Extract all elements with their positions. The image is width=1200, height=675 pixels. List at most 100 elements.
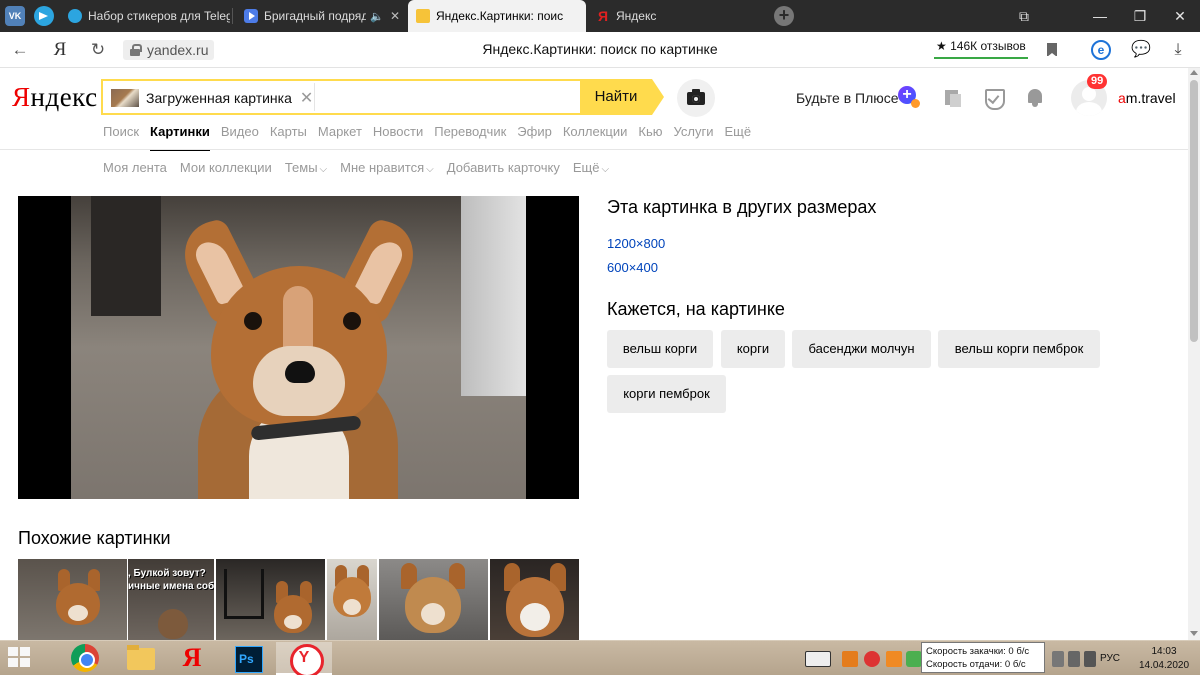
subnav-my-feed[interactable]: Моя лента xyxy=(103,160,167,175)
bookmark-icon[interactable] xyxy=(1047,43,1057,57)
service-search[interactable]: Поиск xyxy=(103,124,139,142)
find-button[interactable]: Найти xyxy=(580,79,664,115)
system-clock[interactable]: 14:03 14.04.2020 xyxy=(1134,645,1194,673)
speaker-icon[interactable]: 🔈 xyxy=(370,10,384,23)
service-video[interactable]: Видео xyxy=(221,124,259,142)
service-images[interactable]: Картинки xyxy=(150,124,210,151)
video-play-icon xyxy=(244,9,258,23)
shield-icon[interactable] xyxy=(983,88,1005,110)
restore-icon[interactable]: ❐ xyxy=(1120,0,1160,32)
plus-icon[interactable]: + xyxy=(898,86,920,108)
subnav-likes[interactable]: Мне нравится xyxy=(340,160,434,175)
yandex-y-icon[interactable]: Я xyxy=(50,40,70,60)
username-first-letter: a xyxy=(1118,90,1126,106)
volume-icon[interactable] xyxy=(1084,651,1096,667)
close-tab-icon[interactable]: ✕ xyxy=(390,9,400,23)
tray-app-icon[interactable] xyxy=(886,651,902,667)
subnav-topics[interactable]: Темы xyxy=(285,160,327,175)
service-efir[interactable]: Эфир xyxy=(517,124,552,142)
similar-image-thumbnail[interactable]: , Булкой зовут?ичные имена собак. xyxy=(128,559,214,640)
service-maps[interactable]: Карты xyxy=(270,124,307,142)
tab-yandex[interactable]: Я Яндекс xyxy=(588,0,758,32)
search-input[interactable]: Загруженная картинка ✕ xyxy=(101,79,582,115)
logo-first-letter: Я xyxy=(12,82,31,112)
new-tab-plus-icon[interactable]: + xyxy=(774,6,794,26)
yandex-images-icon xyxy=(416,9,430,23)
clear-chip-icon[interactable]: ✕ xyxy=(300,88,313,108)
scroll-thumb[interactable] xyxy=(1190,80,1198,342)
tray-app-icon[interactable] xyxy=(864,651,880,667)
network-icon[interactable] xyxy=(1068,651,1080,667)
windows-start-icon[interactable] xyxy=(8,647,32,669)
tab-list-icon[interactable]: ⧉ xyxy=(1004,0,1044,32)
similar-image-thumbnail[interactable] xyxy=(216,559,325,640)
page-scrollbar[interactable] xyxy=(1188,68,1200,640)
uploaded-image-chip[interactable]: Загруженная картинка ✕ xyxy=(111,87,313,109)
service-collections[interactable]: Коллекции xyxy=(563,124,628,142)
service-q[interactable]: Кью xyxy=(638,124,662,142)
minimize-icon[interactable]: — xyxy=(1080,0,1120,32)
browser-tab-strip: VK Набор стикеров для Teleg Бригадный по… xyxy=(0,0,1200,32)
username[interactable]: am.travel xyxy=(1118,90,1176,106)
similar-image-thumbnail[interactable] xyxy=(18,559,127,640)
download-speed-tooltip: Скорость закачки: 0 б/с Скорость отдачи:… xyxy=(921,642,1045,673)
yandex-icon[interactable]: Я xyxy=(164,642,220,675)
chip-label: Загруженная картинка xyxy=(146,90,292,106)
query-image[interactable] xyxy=(18,196,579,499)
clock-date: 14.04.2020 xyxy=(1138,660,1190,671)
e-icon[interactable]: e xyxy=(1091,40,1111,60)
size-link-600x400[interactable]: 600×400 xyxy=(607,260,658,275)
tab-brigade[interactable]: Бригадный подряд 🔈 ✕ xyxy=(236,0,406,32)
vk-pinned-tab[interactable]: VK xyxy=(5,6,25,26)
telegram-icon xyxy=(68,9,82,23)
keyboard-icon[interactable] xyxy=(805,651,831,667)
tab-telegram-stickers[interactable]: Набор стикеров для Teleg xyxy=(60,0,230,32)
collections-icon[interactable] xyxy=(943,88,963,108)
language-indicator[interactable]: РУС xyxy=(1100,653,1120,664)
tag-welsh-corgi-pembroke[interactable]: вельш корги пемброк xyxy=(938,330,1100,368)
yandex-logo[interactable]: Яндекс xyxy=(12,82,98,113)
size-link-1200x800[interactable]: 1200×800 xyxy=(607,236,665,251)
plus-promo-link[interactable]: Будьте в Плюсе xyxy=(796,90,899,106)
download-icon[interactable]: ⤓ xyxy=(1168,40,1188,60)
tab-title: Бригадный подряд xyxy=(264,9,367,23)
subnav-my-collections[interactable]: Мои коллекции xyxy=(180,160,272,175)
tag-corgi[interactable]: корги xyxy=(721,330,785,368)
reload-icon[interactable]: ↻ xyxy=(88,40,108,60)
url-field[interactable]: yandex.ru xyxy=(123,40,215,60)
photoshop-icon[interactable]: Ps xyxy=(220,642,276,675)
search-form: Загруженная картинка ✕ Найти xyxy=(101,79,664,115)
subnav-add-card[interactable]: Добавить карточку xyxy=(447,160,560,175)
camera-search-button[interactable] xyxy=(677,79,715,117)
camera-icon xyxy=(687,89,705,105)
service-translate[interactable]: Переводчик xyxy=(434,124,506,142)
similar-image-thumbnail[interactable] xyxy=(490,559,579,640)
service-news[interactable]: Новости xyxy=(373,124,423,142)
scroll-up-icon[interactable] xyxy=(1190,70,1198,75)
service-uslugi[interactable]: Услуги xyxy=(674,124,714,142)
tag-welsh-corgi[interactable]: вельш корги xyxy=(607,330,713,368)
subnav-more[interactable]: Ещё xyxy=(573,160,609,175)
reviews-badge[interactable]: ★ 146К отзывов xyxy=(934,37,1028,59)
file-explorer-icon[interactable] xyxy=(114,642,170,675)
close-icon[interactable]: ✕ xyxy=(1160,0,1200,32)
similar-image-thumbnail[interactable] xyxy=(379,559,488,640)
tray-app-icon[interactable] xyxy=(842,651,858,667)
back-arrow-icon[interactable]: ← xyxy=(10,40,30,60)
chrome-icon[interactable] xyxy=(58,642,114,675)
service-market[interactable]: Маркет xyxy=(318,124,362,142)
tag-basenji[interactable]: басенджи молчун xyxy=(792,330,931,368)
similar-image-thumbnail[interactable] xyxy=(327,559,377,640)
similar-images-heading: Похожие картинки xyxy=(18,528,171,548)
tab-yandex-images[interactable]: Яндекс.Картинки: поис xyxy=(408,0,586,32)
service-more[interactable]: Ещё xyxy=(724,124,751,142)
tag-corgi-pembroke[interactable]: корги пемброк xyxy=(607,375,726,413)
telegram-pinned-tab[interactable] xyxy=(34,6,54,26)
chat-icon[interactable]: 💬 xyxy=(1131,40,1151,60)
torrent-download-icon[interactable] xyxy=(906,651,922,667)
sub-navigation: Моя лента Мои коллекции Темы Мне нравитс… xyxy=(103,160,622,175)
bell-icon[interactable] xyxy=(1025,88,1045,108)
usb-icon[interactable] xyxy=(1052,651,1064,667)
yandex-browser-icon[interactable]: Y xyxy=(276,642,332,675)
scroll-down-icon[interactable] xyxy=(1190,631,1198,636)
